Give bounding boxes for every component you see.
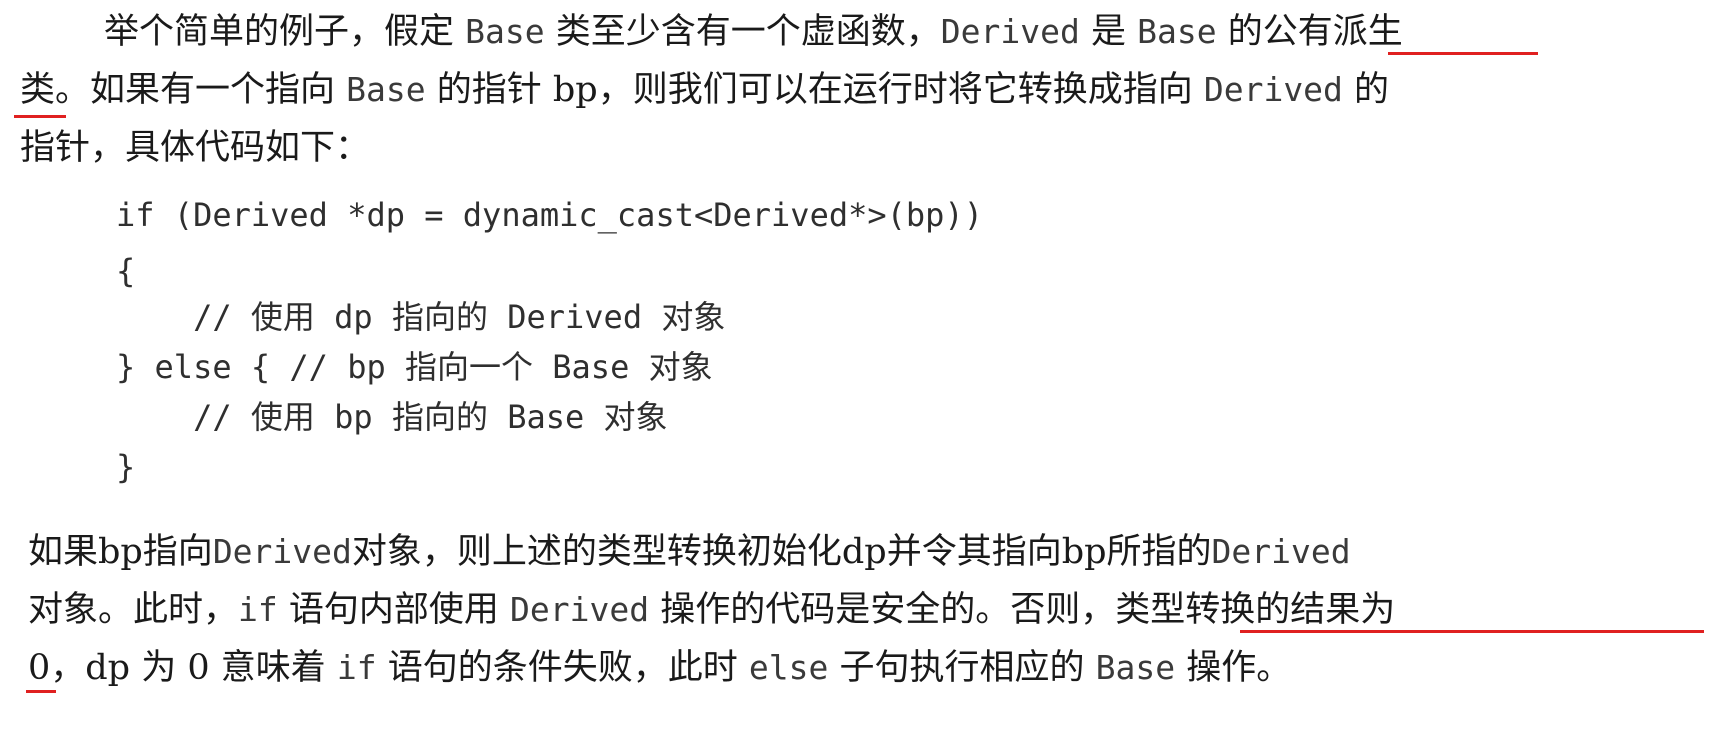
p2-line3-text-b: 语句的条件失败，此时	[376, 648, 749, 688]
code-line5-b: 使用	[250, 398, 315, 436]
p2-line3-zero: 0	[28, 648, 51, 688]
code-line3-b: 使用	[250, 298, 315, 336]
p1-line2-text-a: 。如果有一个指向	[55, 70, 347, 110]
p1-line1-code-base-2: Base	[1137, 12, 1217, 51]
p1-line2-text-c: 的	[1342, 70, 1390, 110]
code-line3-c: dp	[314, 298, 392, 336]
code-line-6: }	[116, 448, 136, 486]
p2-line3-text-a: ，dp 为 0 意味着	[50, 648, 337, 688]
code-line-3: // 使用 dp 指向的 Derived 对象	[116, 292, 725, 338]
p1-line3-text: 指针，具体代码如下：	[20, 128, 371, 168]
code-line5-d: 指向的	[391, 398, 488, 436]
p1-line-1: 举个简单的例子，假定 Base 类至少含有一个虚函数，Derived 是 Bas…	[104, 0, 1403, 64]
code-line5-e: Base	[487, 398, 604, 436]
code-line3-f: 对象	[661, 298, 726, 336]
code-line4-d: 对象	[648, 348, 713, 386]
p2-line3-text-d: 操作。	[1175, 648, 1292, 688]
p1-line2-code-derived: Derived	[1203, 70, 1343, 109]
code-line3-a: //	[116, 298, 251, 336]
p1-line1-text-c: 是	[1079, 12, 1138, 52]
p2-line-3: 0，dp 为 0 意味着 if 语句的条件失败，此时 else 子句执行相应的 …	[28, 636, 1291, 700]
p2-line2-otherwise: 否则，类型转换的结果为	[1010, 590, 1396, 630]
p2-line3-code-if: if	[336, 648, 377, 687]
p1-line2-text-b: 的指针 bp，则我们可以在运行时将它转换成指向	[425, 70, 1204, 110]
code-line-5: // 使用 bp 指向的 Base 对象	[116, 392, 668, 438]
p2-line2-text-c: 操作的代码是安全的。	[649, 590, 1011, 630]
code-line5-a: //	[116, 398, 251, 436]
p2-line1-code-derived-2: Derived	[1211, 532, 1351, 571]
p2-line2-text-b: 语句内部使用	[277, 590, 511, 630]
code-line5-c: bp	[314, 398, 392, 436]
code-line4-c: Base	[533, 348, 649, 386]
p2-line2-code-if: if	[238, 590, 278, 629]
p1-line2-code-base: Base	[346, 70, 426, 109]
code-line3-d: 指向的	[391, 298, 488, 336]
p2-line3-text-c: 子句执行相应的	[828, 648, 1096, 688]
underline-zero	[26, 690, 56, 693]
code-line-4: } else { // bp 指向一个 Base 对象	[116, 342, 713, 388]
underline-class	[14, 115, 66, 118]
p2-line1-text-a: 如果bp指向	[28, 532, 213, 572]
p2-line1-code-derived: Derived	[212, 532, 352, 571]
code-line-2: {	[116, 252, 136, 290]
underline-public-derived	[1388, 52, 1538, 55]
p2-line-1: 如果bp指向Derived对象，则上述的类型转换初始化dp并令其指向bp所指的D…	[28, 520, 1351, 584]
p2-line2-code-derived: Derived	[510, 590, 650, 629]
p2-line-2: 对象。此时，if 语句内部使用 Derived 操作的代码是安全的。否则，类型转…	[28, 578, 1395, 642]
p1-line1-code-base: Base	[465, 12, 545, 51]
p2-line1-text-b: 对象，则上述的类型转换初始化dp并令其指向bp所指的	[351, 532, 1212, 572]
p1-line2-class: 类	[20, 70, 56, 110]
p2-line3-code-else: else	[748, 648, 829, 687]
p1-line1-text-d: 的	[1216, 12, 1263, 52]
code-line-1: if (Derived *dp = dynamic_cast<Derived*>…	[116, 196, 983, 234]
p2-line3-code-base: Base	[1095, 648, 1176, 687]
underline-otherwise	[1240, 630, 1704, 633]
p1-line-2: 类。如果有一个指向 Base 的指针 bp，则我们可以在运行时将它转换成指向 D…	[20, 58, 1389, 122]
code-line5-f: 对象	[603, 398, 668, 436]
p2-line2-text-a: 对象。此时，	[28, 590, 239, 630]
p1-line-3: 指针，具体代码如下：	[20, 116, 370, 180]
code-line4-a: } else { // bp	[116, 348, 405, 386]
p1-line1-code-derived: Derived	[940, 12, 1080, 51]
code-line4-b: 指向一个	[404, 348, 533, 386]
p1-line1-text-b: 类至少含有一个虚函数，	[544, 12, 941, 52]
p1-line1-public-derived: 公有派生	[1262, 12, 1403, 52]
code-line3-e: Derived	[487, 298, 662, 336]
p1-line1-text-a: 举个简单的例子，假定	[104, 12, 466, 52]
